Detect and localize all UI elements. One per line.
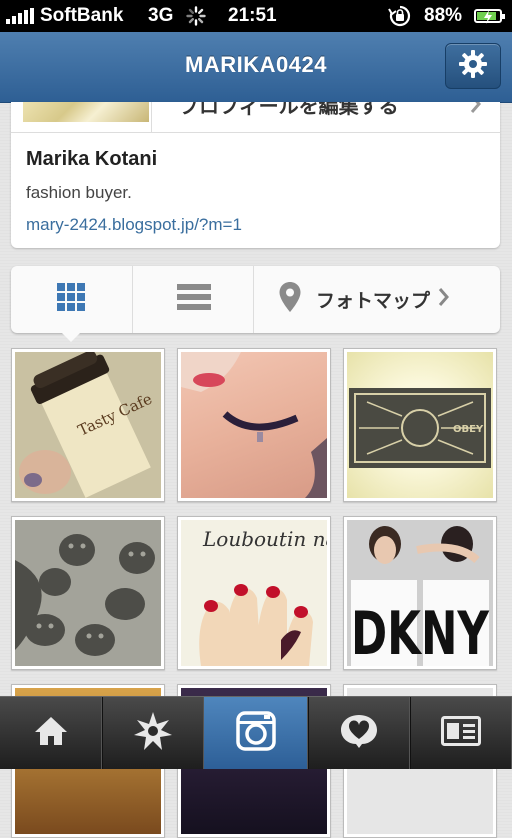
- tab-bar: [0, 696, 512, 769]
- photo-caption: DKNY: [351, 599, 490, 666]
- page-title: MARIKA0424: [185, 52, 327, 77]
- gear-icon: [458, 49, 488, 84]
- home-icon: [33, 715, 69, 752]
- grid-icon: [56, 282, 86, 317]
- chevron-right-icon: [470, 102, 482, 119]
- battery-percent: 88%: [424, 5, 463, 26]
- photo-thumbnail[interactable]: DKNY: [343, 516, 497, 670]
- list-view-button[interactable]: [132, 266, 254, 333]
- photo-caption: OBEY: [453, 424, 484, 435]
- settings-button[interactable]: [445, 43, 501, 89]
- grid-view-button[interactable]: [11, 266, 131, 333]
- photo-thumbnail[interactable]: Tasty Cafe: [11, 348, 165, 502]
- map-pin-icon: [278, 281, 302, 318]
- battery-icon: [474, 9, 505, 24]
- photo-thumbnail[interactable]: [11, 516, 165, 670]
- clock: 21:51: [228, 5, 277, 26]
- chevron-right-icon: [438, 287, 450, 312]
- tab-explore[interactable]: [102, 697, 205, 769]
- tab-activity[interactable]: [308, 697, 411, 769]
- profile-card-icon: [441, 715, 481, 751]
- navigation-bar: MARIKA0424: [0, 32, 512, 103]
- network-type: 3G: [148, 5, 174, 26]
- photo-thumbnail[interactable]: Louboutin nails: [177, 516, 331, 670]
- activity-heart-icon: [339, 713, 379, 754]
- avatar[interactable]: [23, 102, 149, 122]
- edit-profile-row[interactable]: プロフィールを編集する: [11, 102, 500, 133]
- selected-view-indicator: [61, 332, 81, 342]
- camera-icon: [236, 710, 276, 756]
- carrier-name: SoftBank: [40, 5, 124, 26]
- tab-camera[interactable]: [204, 697, 309, 769]
- photo-map-button[interactable]: フォトマップ: [253, 266, 501, 333]
- photo-thumbnail[interactable]: [177, 348, 331, 502]
- photo-thumbnail[interactable]: OBEY: [343, 348, 497, 502]
- view-toggle-bar: フォトマップ: [11, 266, 500, 333]
- tab-home[interactable]: [0, 697, 103, 769]
- photo-map-label: フォトマップ: [316, 291, 431, 312]
- rotation-lock-icon: [388, 5, 412, 33]
- tab-profile[interactable]: [410, 697, 512, 769]
- profile-name: Marika Kotani: [26, 148, 158, 170]
- activity-spinner-icon: [186, 6, 206, 32]
- status-bar: SoftBank 3G 21:51 88%: [0, 0, 512, 32]
- profile-card: プロフィールを編集する Marika Kotani fashion buyer.…: [11, 102, 500, 248]
- explore-star-icon: [133, 711, 173, 756]
- photo-caption: Louboutin nails: [202, 527, 327, 551]
- edit-profile-label: プロフィールを編集する: [179, 102, 399, 118]
- profile-bio: fashion buyer.: [26, 183, 132, 202]
- profile-website-link[interactable]: mary-2424.blogspot.jp/?m=1: [26, 215, 242, 235]
- signal-strength-icon: [6, 8, 34, 24]
- list-icon: [176, 283, 211, 316]
